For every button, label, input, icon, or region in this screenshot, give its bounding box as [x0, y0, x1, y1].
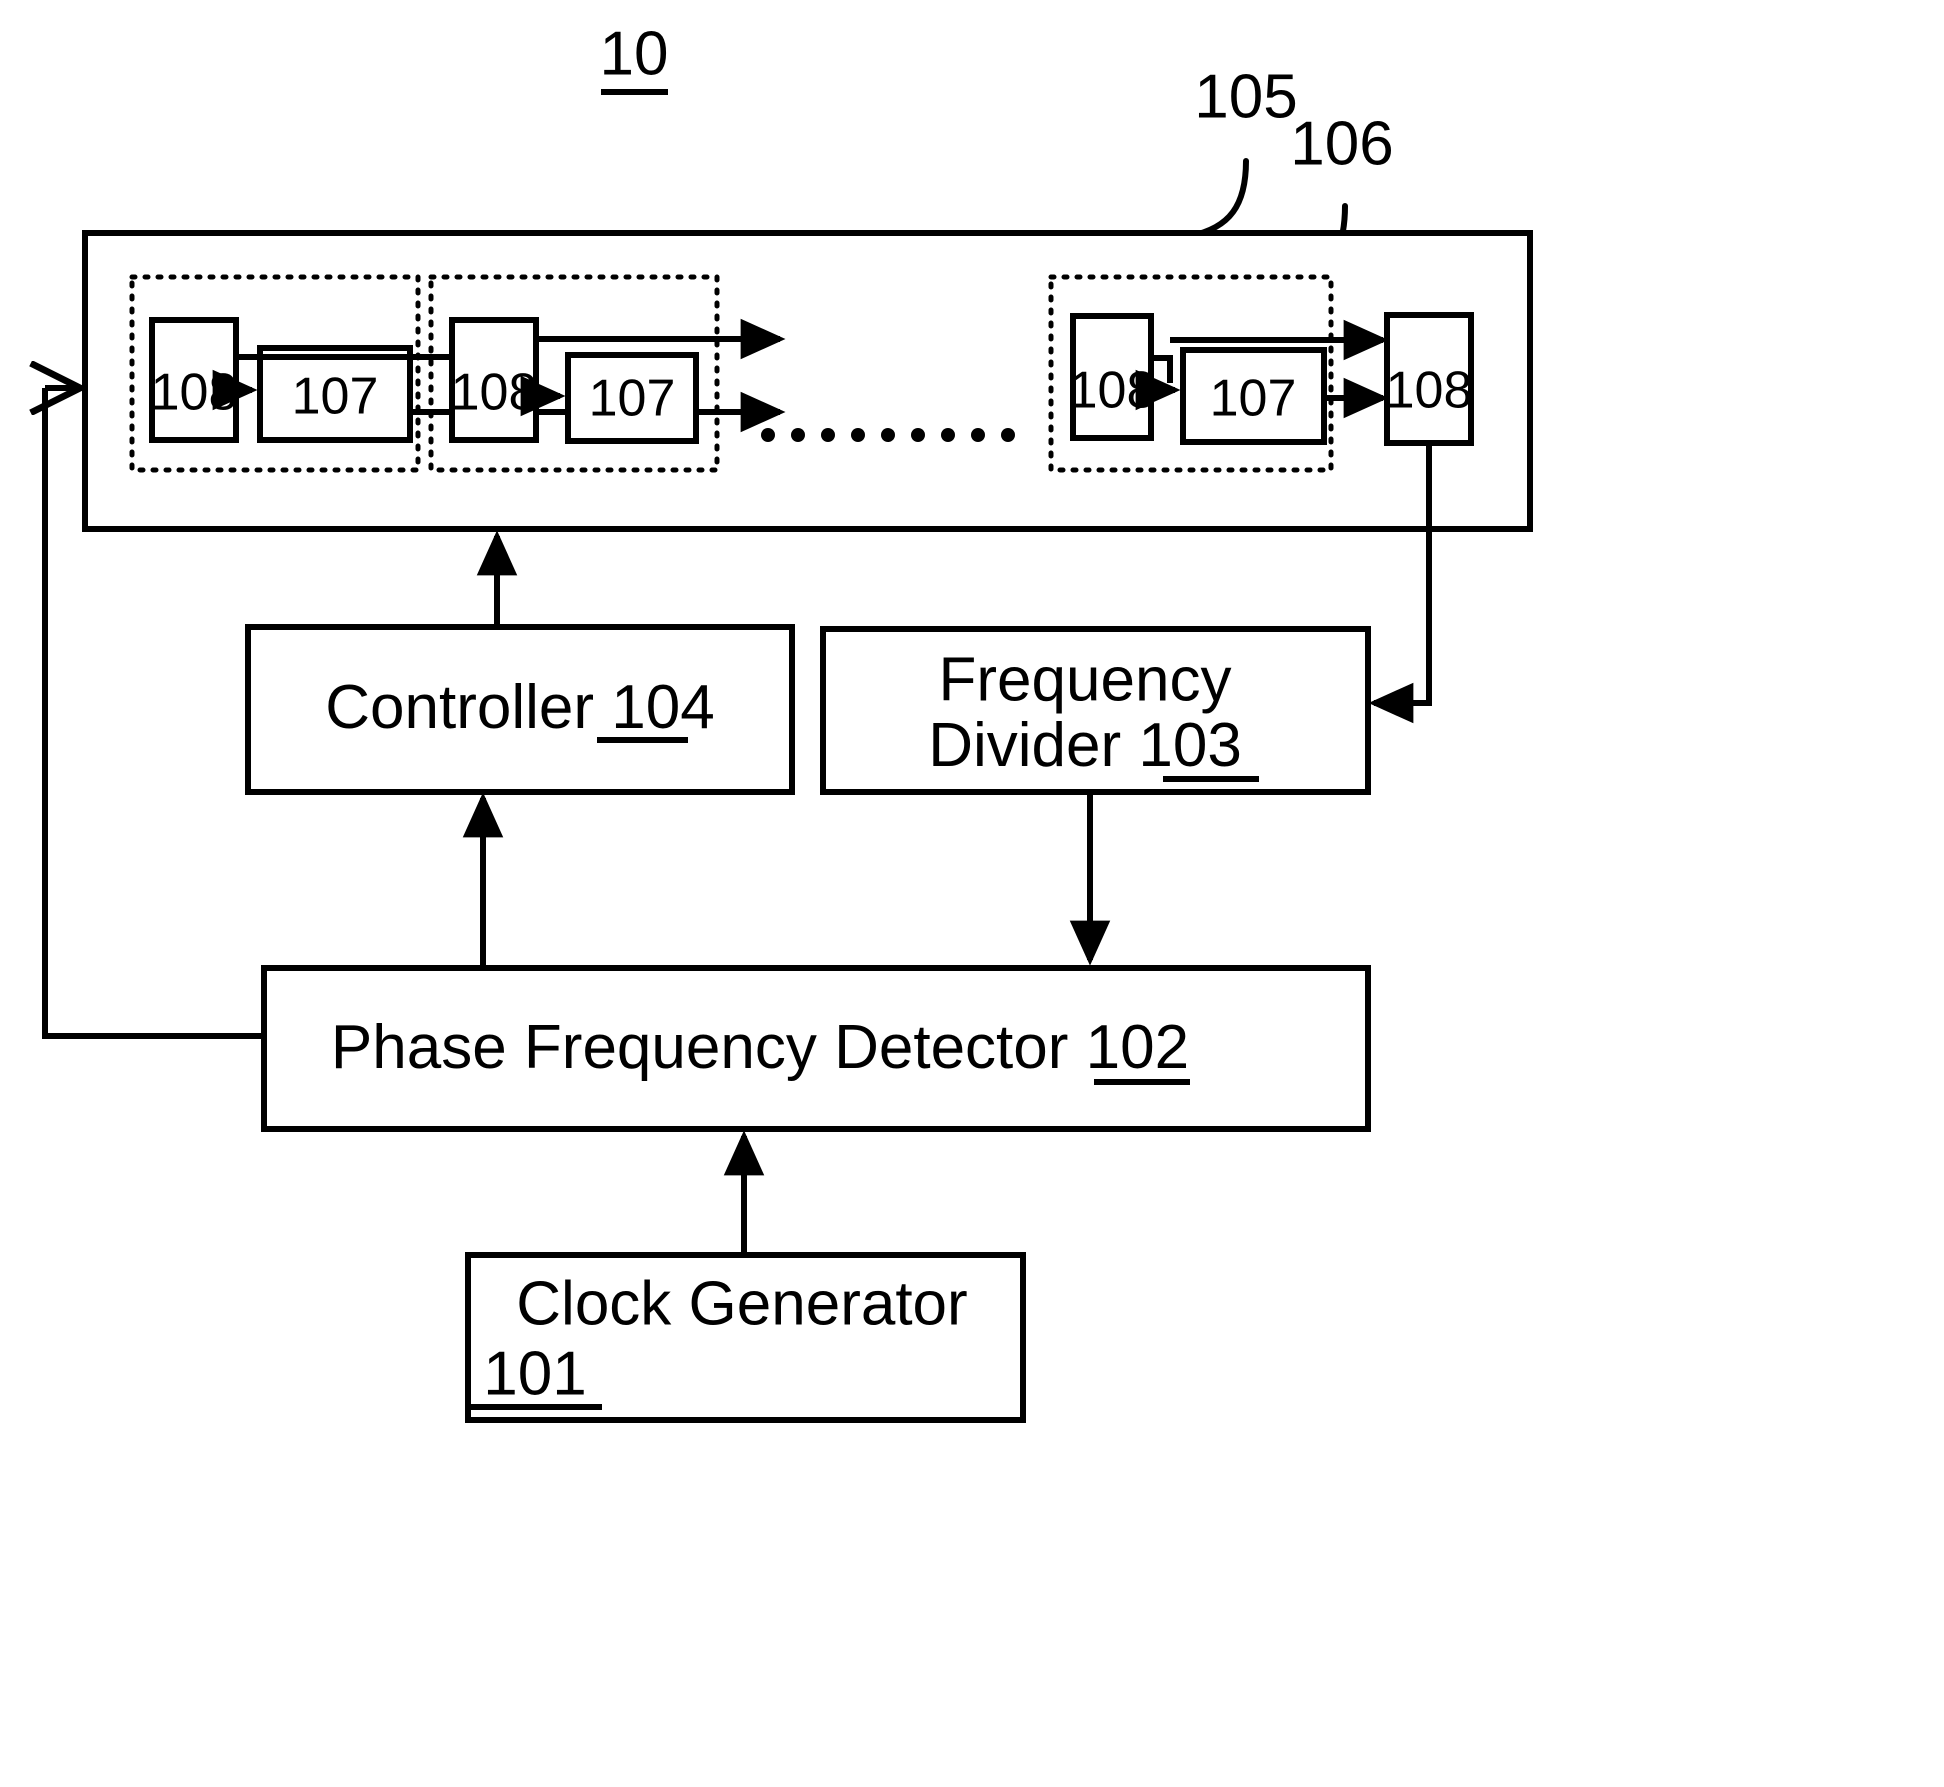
- patent-figure: 10 105 106 108 107 108 107 108 107 108 C…: [0, 0, 1944, 1787]
- delay-stage-2-interpolator-label: 108: [451, 364, 538, 422]
- frequency-divider-label-line1: Frequency: [939, 645, 1232, 714]
- phase-frequency-detector-label: Phase Frequency Detector 102: [331, 1013, 1189, 1082]
- delay-stage-n-interpolator-label: 108: [1069, 362, 1156, 420]
- figure-title-number: 10: [600, 19, 669, 88]
- final-interpolator: 108: [1384, 312, 1474, 446]
- figure-title-group: 10: [600, 19, 669, 95]
- callout-106-label: 106: [1290, 109, 1393, 178]
- controller-label: Controller 104: [325, 673, 714, 742]
- final-interpolator-label: 108: [1386, 362, 1473, 420]
- callout-105-group: 105: [1187, 62, 1298, 239]
- controller-ref: 104: [611, 673, 714, 742]
- delay-stage-1-delay-cell-label: 107: [292, 368, 379, 426]
- controller-block-group: Controller 104: [245, 530, 795, 968]
- frequency-divider-label-line2: Divider 103: [928, 711, 1242, 780]
- delay-stage-2-delay-cell-label: 107: [589, 370, 676, 428]
- stage-ellipsis: [761, 428, 1015, 442]
- frequency-divider-block-group: Frequency Divider 103: [820, 626, 1371, 966]
- figure-canvas: 10 105 106 108 107 108 107 108 107 108 C…: [0, 19, 1533, 1423]
- delay-stage-n-delay-cell-label: 107: [1210, 370, 1297, 428]
- clock-generator-ref: 101: [483, 1339, 586, 1408]
- delay-stage-1-interpolator-label: 108: [151, 364, 238, 422]
- frequency-divider-ref: 103: [1138, 711, 1241, 780]
- clock-generator-block-group: Clock Generator 101: [465, 1130, 1026, 1423]
- clock-generator-label-line1: Clock Generator: [516, 1269, 967, 1338]
- phase-frequency-detector-ref: 102: [1086, 1013, 1189, 1082]
- callout-105-label: 105: [1194, 62, 1297, 131]
- phase-frequency-detector-block-group: Phase Frequency Detector 102: [261, 965, 1371, 1132]
- callout-105-leader: [1187, 158, 1249, 239]
